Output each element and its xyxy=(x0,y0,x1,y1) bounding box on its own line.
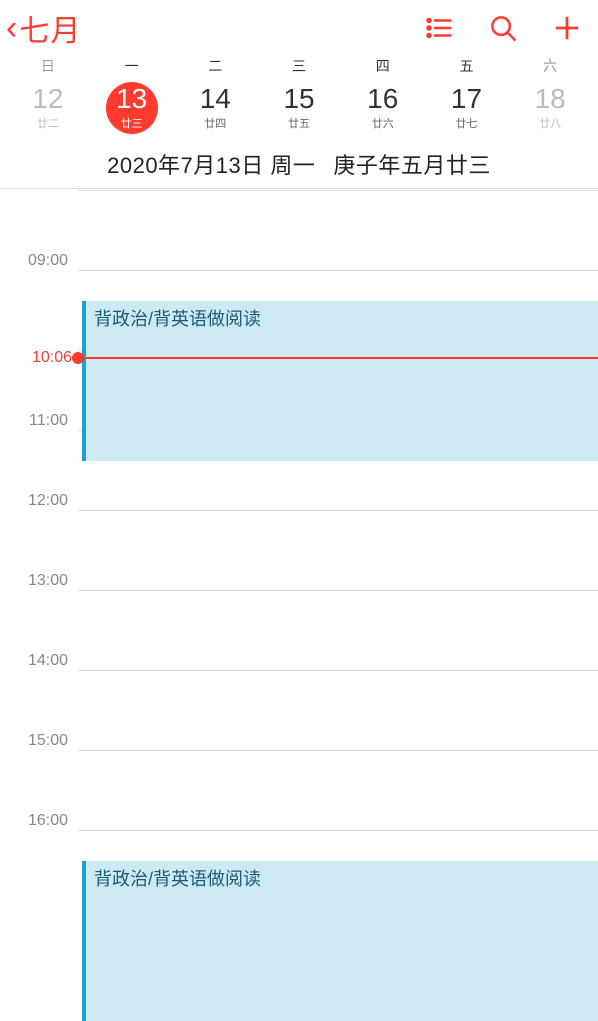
weekday-label: 三 xyxy=(257,56,341,76)
date-cell[interactable]: 13 廿三 xyxy=(90,82,174,134)
hour-label: 09:00 xyxy=(0,252,78,270)
hour-gridline xyxy=(78,750,598,751)
current-time-line xyxy=(84,357,598,359)
hour-row: 13:00 xyxy=(0,581,598,599)
hour-label: 15:00 xyxy=(0,732,78,750)
date-cell[interactable]: 16 廿六 xyxy=(341,82,425,134)
weekday-label: 日 xyxy=(6,56,90,76)
hour-row: 12:00 xyxy=(0,501,598,519)
hour-gridline xyxy=(78,830,598,831)
calendar-event[interactable]: 背政治/背英语做阅读 xyxy=(82,301,598,461)
hour-label: 12:00 xyxy=(0,492,78,510)
header: ‹ 七月 xyxy=(0,0,598,56)
weekday-label: 一 xyxy=(90,56,174,76)
date-number: 16 xyxy=(367,85,398,113)
hour-gridline xyxy=(78,670,598,671)
month-title: 七月 xyxy=(19,6,81,50)
date-lunar: 廿四 xyxy=(204,115,226,131)
hour-gridline xyxy=(78,590,598,591)
hour-row: 08:00 xyxy=(0,181,598,199)
date-cell[interactable]: 15 廿五 xyxy=(257,82,341,134)
current-time-dot-icon xyxy=(72,352,84,364)
date-lunar: 廿二 xyxy=(37,115,59,131)
current-time-indicator: 10:06 xyxy=(0,349,598,367)
date-number: 13 xyxy=(116,85,147,113)
date-cell[interactable]: 12 廿二 xyxy=(6,82,90,134)
selected-date-gregorian: 2020年7月13日 周一 xyxy=(107,153,315,178)
event-title: 背政治/背英语做阅读 xyxy=(94,865,590,891)
back-to-month[interactable]: ‹ 七月 xyxy=(6,6,81,50)
hour-row: 16:00 xyxy=(0,821,598,839)
hour-row: 15:00 xyxy=(0,741,598,759)
weekday-label: 二 xyxy=(173,56,257,76)
selected-date-lunar: 庚子年五月廿三 xyxy=(333,153,491,178)
date-number: 18 xyxy=(535,85,566,113)
day-timeline[interactable]: 08:0009:0010:0011:0012:0013:0014:0015:00… xyxy=(0,188,598,852)
hour-gridline xyxy=(78,270,598,271)
hour-label: 13:00 xyxy=(0,572,78,590)
date-number: 15 xyxy=(283,85,314,113)
search-icon[interactable] xyxy=(488,13,518,43)
date-lunar: 廿八 xyxy=(539,115,561,131)
hour-label: 11:00 xyxy=(0,412,78,430)
chevron-left-icon: ‹ xyxy=(6,11,17,45)
date-lunar: 廿六 xyxy=(372,115,394,131)
hour-row: 14:00 xyxy=(0,661,598,679)
date-number: 12 xyxy=(32,85,63,113)
date-number: 14 xyxy=(200,85,231,113)
date-lunar: 廿三 xyxy=(121,115,143,131)
hour-label: 16:00 xyxy=(0,812,78,830)
week-dates-row: 12 廿二 13 廿三 14 廿四 15 廿五 16 廿六 17 廿七 18 廿八 xyxy=(0,76,598,144)
weekday-label: 五 xyxy=(425,56,509,76)
weekday-label: 四 xyxy=(341,56,425,76)
weekday-row: 日一二三四五六 xyxy=(0,56,598,76)
hour-row: 09:00 xyxy=(0,261,598,279)
calendar-event[interactable]: 背政治/背英语做阅读 xyxy=(82,861,598,1021)
event-title: 背政治/背英语做阅读 xyxy=(94,305,590,331)
hour-label: 14:00 xyxy=(0,652,78,670)
weekday-label: 六 xyxy=(508,56,592,76)
date-cell[interactable]: 14 廿四 xyxy=(173,82,257,134)
add-icon[interactable] xyxy=(552,13,582,43)
current-time-label: 10:06 xyxy=(0,349,78,367)
hour-gridline xyxy=(78,510,598,511)
list-icon[interactable] xyxy=(424,13,454,43)
hour-gridline xyxy=(78,190,598,191)
date-cell[interactable]: 17 廿七 xyxy=(425,82,509,134)
date-lunar: 廿五 xyxy=(288,115,310,131)
date-lunar: 廿七 xyxy=(455,115,477,131)
date-number: 17 xyxy=(451,85,482,113)
date-cell[interactable]: 18 廿八 xyxy=(508,82,592,134)
